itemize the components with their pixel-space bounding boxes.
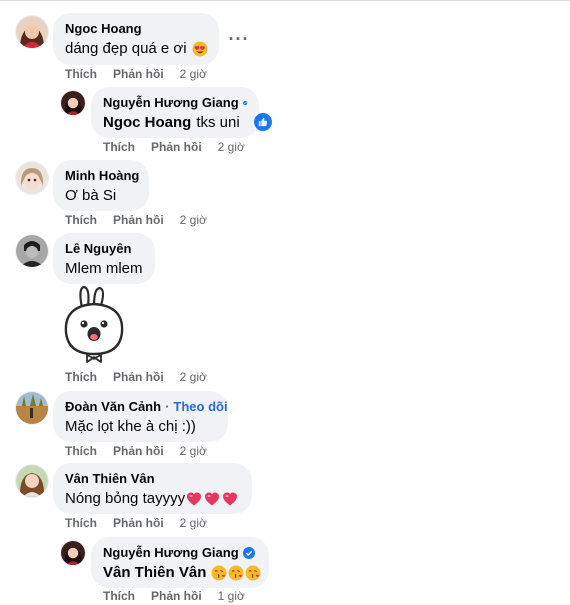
- comment-bubble: Vân Thiên Vân Nóng bỏng tayyyy: [53, 463, 252, 514]
- more-icon: ···: [228, 28, 250, 49]
- comment-actions: Thích Phản hồi 2 giờ: [103, 139, 245, 155]
- reply-button[interactable]: Phản hồi: [113, 515, 164, 531]
- author-name-text: Nguyễn Hương Giang: [103, 95, 239, 110]
- reply-button[interactable]: Phản hồi: [113, 369, 164, 385]
- like-button[interactable]: Thích: [65, 369, 97, 385]
- comment-text: dáng đẹp quá e ơi: [65, 39, 208, 59]
- mention-link[interactable]: Vân Thiên Vân: [103, 563, 206, 583]
- comment-bubble: Nguyễn Hương Giang Ngoc Hoang tks uni: [91, 87, 259, 138]
- comment-bubble: Lê Nguyên Mlem mlem: [53, 233, 155, 284]
- author-name[interactable]: Nguyễn Hương Giang: [103, 95, 247, 111]
- comment-actions: Thích Phản hồi 2 giờ: [65, 66, 207, 82]
- reply-button[interactable]: Phản hồi: [113, 212, 164, 228]
- author-name: Đoàn Văn Cảnh · Theo dõi: [65, 399, 228, 415]
- separator-dot: ·: [165, 399, 170, 414]
- author-name-text: Nguyễn Hương Giang: [103, 545, 239, 560]
- like-button[interactable]: Thích: [65, 66, 97, 82]
- comment-text: Mặc lọt khe à chị :)): [65, 417, 216, 437]
- like-button[interactable]: Thích: [65, 212, 97, 228]
- avatar[interactable]: [16, 235, 48, 267]
- more-options-button[interactable]: ···: [225, 25, 253, 53]
- like-button[interactable]: Thích: [103, 588, 135, 604]
- verified-badge-icon: [242, 100, 247, 106]
- comment-text: Ơ bà Si: [65, 186, 137, 206]
- reply-button[interactable]: Phản hồi: [151, 588, 202, 604]
- bunny-sticker-icon[interactable]: [56, 284, 132, 364]
- comment-text-body: tks uni: [196, 114, 240, 131]
- comment-actions: Thích Phản hồi 1 giờ: [103, 588, 245, 604]
- heart-emoji-icon: [204, 491, 220, 507]
- author-name[interactable]: Nguyễn Hương Giang: [103, 545, 257, 561]
- comment-bubble: Nguyễn Hương Giang Vân Thiên Vân: [91, 537, 269, 588]
- avatar[interactable]: [61, 541, 85, 565]
- comment-text: Mlem mlem: [65, 259, 143, 279]
- comment-text: Ngoc Hoang tks uni: [103, 113, 247, 133]
- timestamp[interactable]: 1 giờ: [218, 588, 245, 604]
- reply-button[interactable]: Phản hồi: [113, 443, 164, 459]
- comment-actions: Thích Phản hồi 2 giờ: [65, 369, 207, 385]
- comment-text-body: Nóng bỏng tayyyy: [65, 490, 186, 507]
- verified-badge-icon: [242, 547, 255, 559]
- avatar[interactable]: [16, 16, 48, 48]
- heart-eyes-emoji-icon: [192, 41, 208, 57]
- timestamp[interactable]: 2 giờ: [218, 139, 245, 155]
- heart-emoji-icon: [186, 491, 202, 507]
- like-button[interactable]: Thích: [103, 139, 135, 155]
- timestamp[interactable]: 2 giờ: [180, 369, 207, 385]
- comment-bubble: Minh Hoàng Ơ bà Si: [53, 160, 149, 211]
- timestamp[interactable]: 2 giờ: [180, 443, 207, 459]
- follow-button[interactable]: Theo dõi: [173, 399, 227, 415]
- comment-bubble: Ngoc Hoang dáng đẹp quá e ơi: [53, 13, 219, 65]
- author-name-text[interactable]: Đoàn Văn Cảnh: [65, 399, 161, 415]
- like-button[interactable]: Thích: [65, 443, 97, 459]
- timestamp[interactable]: 2 giờ: [180, 515, 207, 531]
- comment-text-body: Mặc lọt khe à chị :)): [65, 418, 196, 435]
- comment-actions: Thích Phản hồi 2 giờ: [65, 515, 207, 531]
- avatar[interactable]: [61, 91, 85, 115]
- comment-text-body: dáng đẹp quá e ơi: [65, 40, 187, 57]
- author-name[interactable]: Minh Hoàng: [65, 168, 139, 184]
- avatar[interactable]: [16, 162, 48, 194]
- avatar[interactable]: [16, 392, 48, 424]
- timestamp[interactable]: 2 giờ: [180, 66, 207, 82]
- author-name[interactable]: Vân Thiên Vân: [65, 471, 240, 487]
- comment-bubble: Đoàn Văn Cảnh · Theo dõi Mặc lọt khe à c…: [53, 391, 228, 442]
- kiss-emoji-icon: [228, 565, 244, 581]
- emoji-group: [186, 491, 238, 507]
- kiss-emoji-icon: [245, 565, 261, 581]
- like-button[interactable]: Thích: [65, 515, 97, 531]
- emoji-group: [211, 565, 261, 581]
- comment-text-body: Mlem mlem: [65, 260, 143, 277]
- comment-text: Vân Thiên Vân: [103, 563, 261, 583]
- top-divider: [0, 0, 570, 1]
- comment-actions: Thích Phản hồi 2 giờ: [65, 443, 207, 459]
- mention-link[interactable]: Ngoc Hoang: [103, 113, 191, 133]
- comment-actions: Thích Phản hồi 2 giờ: [65, 212, 207, 228]
- like-reaction-icon[interactable]: [252, 111, 274, 133]
- kiss-emoji-icon: [211, 565, 227, 581]
- reply-button[interactable]: Phản hồi: [113, 66, 164, 82]
- comment-text-body: Ơ bà Si: [65, 187, 117, 204]
- timestamp[interactable]: 2 giờ: [180, 212, 207, 228]
- author-name[interactable]: Ngoc Hoang: [65, 21, 207, 37]
- avatar[interactable]: [16, 465, 48, 497]
- author-name[interactable]: Lê Nguyên: [65, 241, 143, 257]
- comment-text: Nóng bỏng tayyyy: [65, 489, 240, 509]
- heart-emoji-icon: [222, 491, 238, 507]
- reply-button[interactable]: Phản hồi: [151, 139, 202, 155]
